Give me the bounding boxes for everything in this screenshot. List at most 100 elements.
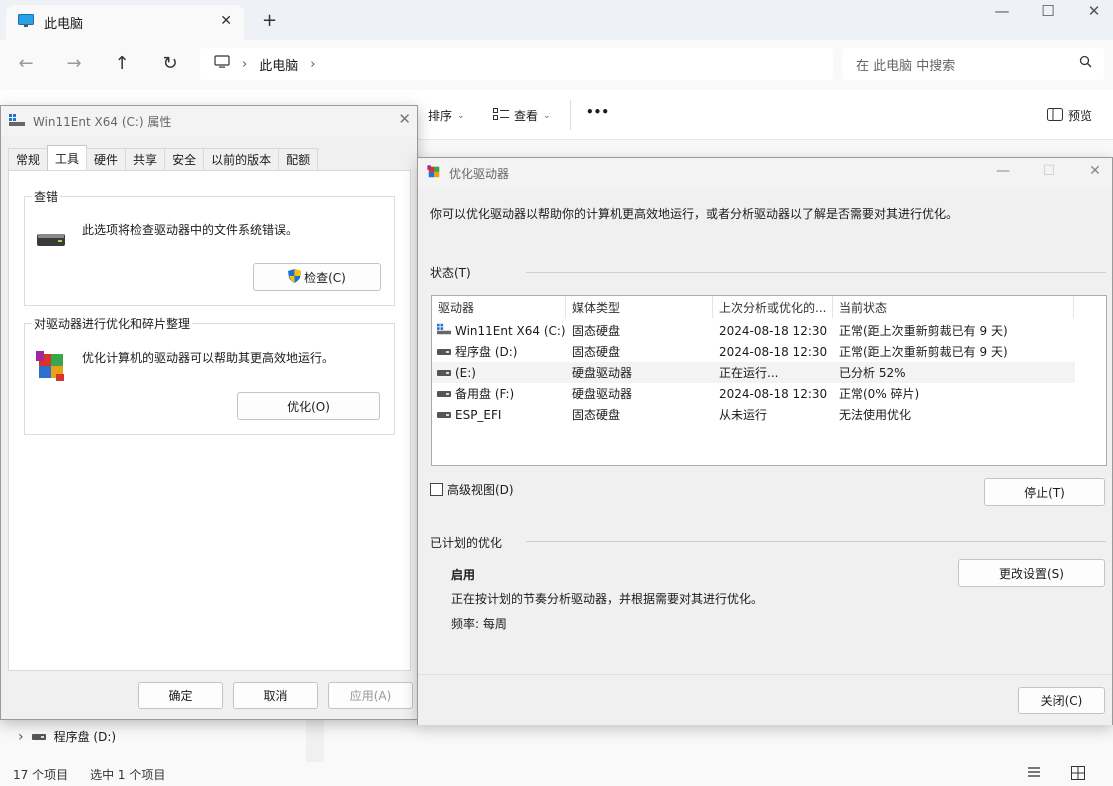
current-status: 无法使用优化 [839,408,912,422]
defrag-icon [36,348,66,385]
tab-previous-versions[interactable]: 以前的版本 [203,148,280,170]
monitor-outline-icon [214,55,230,73]
column-current-status[interactable]: 当前状态 [833,296,1074,318]
close-button[interactable]: 关闭(C) [1018,687,1105,714]
tab-title: 此电脑 [44,17,84,32]
maximize-icon[interactable]: ☐ [1028,2,1068,20]
tiles-view-icon[interactable] [1071,766,1085,783]
last-run: 从未运行 [719,408,768,422]
optimize-description: 优化计算机的驱动器可以帮助其更高效地运行。 [82,351,335,365]
apply-button[interactable]: 应用(A) [328,682,413,709]
last-run: 2024-08-18 12:30 [719,386,828,401]
drive-row[interactable]: Win11Ent X64 (C:) 固态硬盘 2024-08-18 12:30 … [432,320,1075,341]
error-checking-header: 查错 [32,188,61,205]
media-type: 固态硬盘 [572,345,621,359]
dialog-title: Win11Ent X64 (C:) 属性 [33,114,172,129]
toolbar-divider [570,100,571,130]
tab-close-icon[interactable]: ✕ [220,13,232,29]
optimize-header: 对驱动器进行优化和碎片整理 [32,315,193,332]
search-placeholder: 在 此电脑 中搜索 [856,58,956,74]
checkbox-box[interactable] [430,483,443,496]
schedule-frequency: 频率: 每周 [451,617,507,631]
status-bar: 17 个项目 选中 1 个项目 [0,762,1113,786]
drive-row[interactable]: ESP_EFI 固态硬盘 从未运行 无法使用优化 [432,404,1075,425]
media-type: 固态硬盘 [572,408,621,422]
close-icon[interactable]: ✕ [1080,163,1110,179]
optimize-drives-dialog: 优化驱动器 — ☐ ✕ 你可以优化驱动器以帮助你的计算机更高效地运行，或者分析驱… [417,157,1113,725]
check-button[interactable]: 检查(C) [253,263,381,291]
scheduled-divider [526,541,1106,542]
details-view-icon[interactable] [1027,766,1041,783]
tab-general[interactable]: 常规 [8,148,49,170]
close-icon[interactable]: ✕ [1074,2,1113,20]
drive-row-selected[interactable]: (E:) 硬盘驱动器 正在运行... 已分析 52% [432,362,1075,383]
drive-name: (E:) [455,365,476,380]
column-last-run[interactable]: 上次分析或优化的... [713,296,833,318]
optimize-title: 优化驱动器 [449,166,510,181]
sort-label: 排序 [428,109,453,123]
tab-this-pc[interactable]: 此电脑 ✕ [6,5,244,40]
column-drive[interactable]: 驱动器 [432,296,566,318]
column-media-type[interactable]: 媒体类型 [566,296,713,318]
media-type: 硬盘驱动器 [572,366,633,380]
view-button[interactable]: 查看 ⌄ [493,107,551,124]
breadcrumb-this-pc[interactable]: 此电脑 [259,55,298,74]
preview-pane-button[interactable]: 预览 [1047,107,1092,124]
new-tab-icon[interactable]: + [262,10,277,31]
minimize-icon[interactable]: — [988,163,1018,179]
search-icon [1079,55,1092,72]
more-options-button[interactable]: ••• [586,105,609,119]
search-input[interactable]: 在 此电脑 中搜索 [842,48,1104,80]
refresh-icon[interactable]: ↻ [158,53,182,74]
drives-list[interactable]: 驱动器 媒体类型 上次分析或优化的... 当前状态 Win11Ent X64 (… [431,295,1107,466]
tab-quota[interactable]: 配额 [278,148,319,170]
hard-drive-icon [37,230,65,251]
drive-name: Win11Ent X64 (C:) [455,323,566,338]
ok-button[interactable]: 确定 [138,682,223,709]
advanced-view-label: 高级视图(D) [447,483,514,497]
drive-row[interactable]: 程序盘 (D:) 固态硬盘 2024-08-18 12:30 正常(距上次重新剪… [432,341,1075,362]
sort-button[interactable]: 排序 ⌄ [428,107,465,124]
drive-icon [437,348,451,355]
current-status: 正常(距上次重新剪裁已有 9 天) [839,345,1008,359]
back-arrow-icon[interactable]: ← [14,53,38,74]
close-icon[interactable]: ✕ [398,110,411,128]
expand-chevron-icon[interactable]: › [18,729,24,745]
check-button-label: 检查(C) [304,270,346,285]
cancel-button[interactable]: 取消 [233,682,318,709]
item-count: 17 个项目 [13,767,69,782]
address-box[interactable]: › 此电脑 › [200,48,833,80]
optimize-titlebar: 优化驱动器 — ☐ ✕ [418,158,1112,188]
last-run: 正在运行... [719,366,779,380]
tab-security[interactable]: 安全 [164,148,205,170]
pane-splitter[interactable] [306,720,324,762]
tab-hardware[interactable]: 硬件 [86,148,127,170]
view-label: 查看 [514,109,539,123]
stop-button[interactable]: 停止(T) [984,478,1105,506]
dialog-titlebar: Win11Ent X64 (C:) 属性 ✕ [1,106,417,136]
optimize-body: 你可以优化驱动器以帮助你的计算机更高效地运行，或者分析驱动器以了解是否需要对其进… [418,188,1112,674]
tab-tools[interactable]: 工具 [47,145,88,170]
status-header: 状态(T) [430,266,471,280]
current-status: 正常(0% 碎片) [839,387,920,401]
minimize-icon[interactable]: — [982,2,1022,20]
breadcrumb-chevron-icon[interactable]: › [310,57,315,72]
monitor-icon [18,14,34,31]
nav-item-label: 程序盘 (D:) [53,730,117,744]
up-arrow-icon[interactable]: ↑ [110,53,134,74]
chevron-down-icon: ⌄ [543,110,551,121]
scheduled-header: 已计划的优化 [430,536,503,550]
drive-name: 备用盘 (F:) [455,387,515,401]
current-status: 已分析 52% [839,366,906,380]
preview-label: 预览 [1068,109,1093,123]
nav-item-program-drive[interactable]: › 程序盘 (D:) [18,728,116,745]
change-settings-button[interactable]: 更改设置(S) [958,559,1105,587]
maximize-icon: ☐ [1042,163,1056,179]
drive-name: ESP_EFI [455,407,502,422]
optimize-button[interactable]: 优化(O) [237,392,380,420]
tab-sharing[interactable]: 共享 [125,148,166,170]
chevron-down-icon: ⌄ [457,110,465,121]
forward-arrow-icon[interactable]: → [62,53,86,74]
advanced-view-checkbox[interactable]: 高级视图(D) [430,481,514,498]
drive-row[interactable]: 备用盘 (F:) 硬盘驱动器 2024-08-18 12:30 正常(0% 碎片… [432,383,1075,404]
